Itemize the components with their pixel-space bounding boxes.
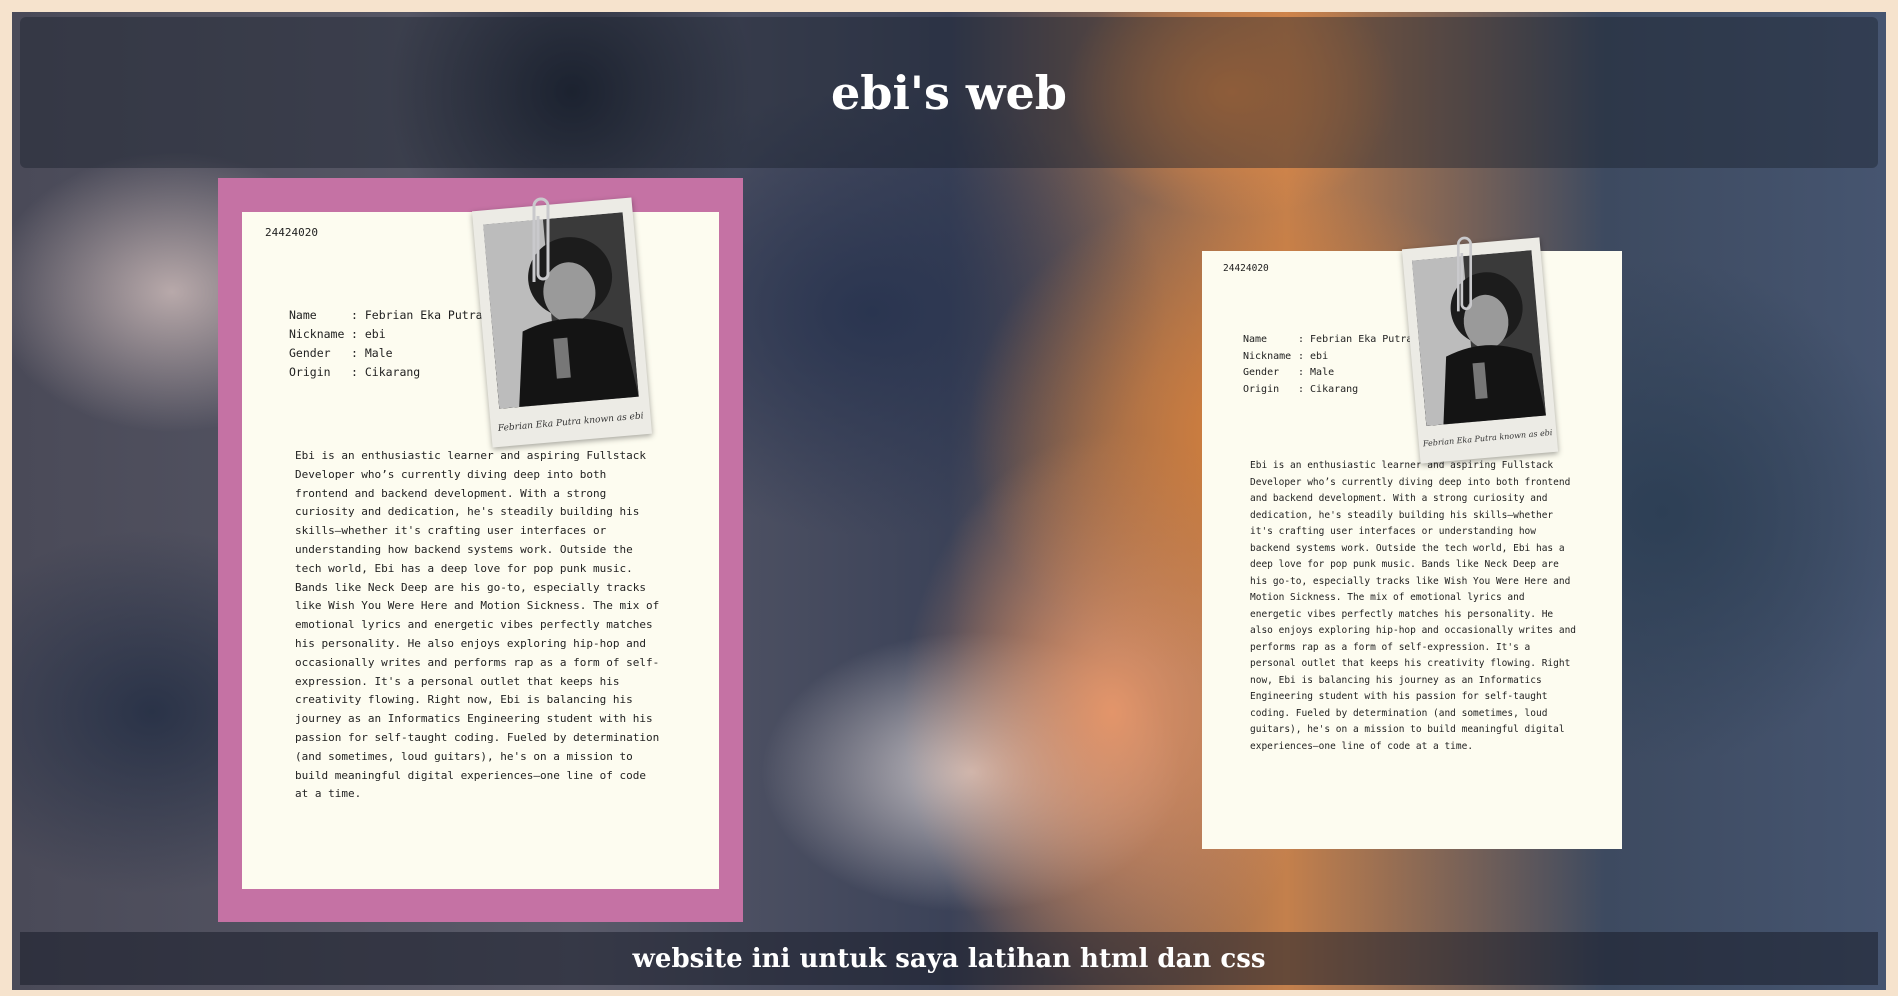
paperclip-icon — [532, 197, 550, 282]
info-label: Nickname — [1243, 350, 1292, 362]
profile-info-table: Name : Febrian Eka Putra Nickname : ebi … — [1243, 332, 1412, 398]
profile-photo-polaroid: Febrian Eka Putra known as ebi — [1401, 237, 1559, 464]
info-label: Nickname — [289, 327, 345, 341]
footer-text: website ini untuk saya latihan html dan … — [632, 943, 1266, 974]
site-footer: website ini untuk saya latihan html dan … — [20, 932, 1878, 985]
info-value: : Febrian Eka Putra — [351, 308, 483, 322]
info-value: : ebi — [1298, 350, 1329, 362]
info-row-nickname: Nickname : ebi — [289, 325, 483, 344]
info-label: Origin — [1243, 383, 1280, 395]
info-row-name: Name : Febrian Eka Putra — [1243, 332, 1412, 349]
info-value: : ebi — [351, 327, 386, 341]
info-row-gender: Gender : Male — [1243, 365, 1412, 382]
profile-info-table: Name : Febrian Eka Putra Nickname : ebi … — [289, 306, 483, 382]
bio-text: Ebi is an enthusiastic learner and aspir… — [295, 449, 660, 801]
photo-caption: Febrian Eka Putra known as ebi — [1422, 428, 1553, 449]
info-row-nickname: Nickname : ebi — [1243, 349, 1412, 366]
info-label: Origin — [289, 365, 331, 379]
id-number: 24424020 — [265, 226, 318, 239]
info-row-origin: Origin : Cikarang — [1243, 382, 1412, 399]
info-value: : Male — [351, 346, 393, 360]
id-number: 24424020 — [1223, 263, 1269, 274]
site-header: ebi's web — [20, 17, 1878, 168]
info-value: : Cikarang — [351, 365, 421, 379]
info-row-name: Name : Febrian Eka Putra — [289, 306, 483, 325]
profile-photo — [483, 212, 639, 409]
info-value: : Febrian Eka Putra — [1298, 334, 1413, 345]
profile-photo — [1411, 250, 1546, 426]
info-label: Gender — [1243, 367, 1280, 378]
photo-caption: Febrian Eka Putra known as ebi — [497, 411, 644, 434]
site-title: ebi's web — [831, 65, 1067, 120]
info-row-origin: Origin : Cikarang — [289, 363, 483, 382]
paperclip-icon — [1456, 236, 1473, 312]
info-label: Gender — [289, 346, 331, 360]
info-label: Name — [1243, 334, 1268, 345]
info-label: Name — [289, 308, 317, 322]
bio-text: Ebi is an enthusiastic learner and aspir… — [1250, 460, 1577, 752]
info-value: : Cikarang — [1298, 383, 1359, 395]
info-row-gender: Gender : Male — [289, 344, 483, 363]
info-value: : Male — [1298, 367, 1335, 378]
profile-photo-polaroid: Febrian Eka Putra known as ebi — [471, 197, 653, 448]
